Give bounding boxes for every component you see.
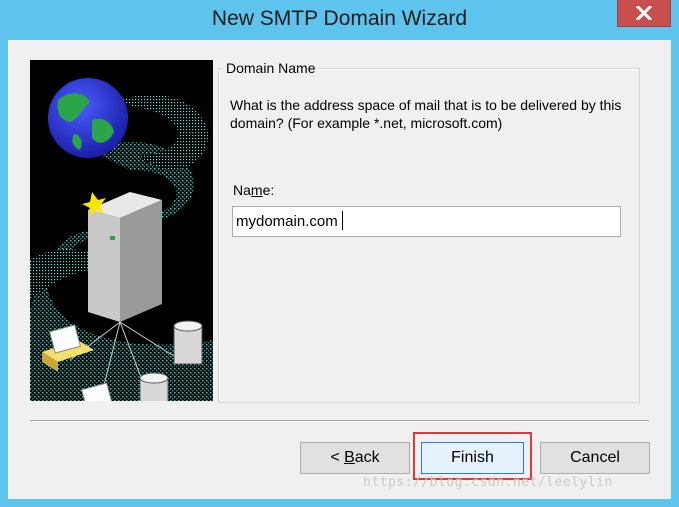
name-field-label: Name: bbox=[233, 182, 274, 198]
dialog-client-area: Domain Name What is the address space of… bbox=[8, 40, 671, 499]
back-label-suffix: ack bbox=[354, 449, 380, 466]
globe-server-mail-illustration bbox=[30, 78, 213, 401]
groupbox-title: Domain Name bbox=[223, 60, 319, 76]
title-bar[interactable]: New SMTP Domain Wizard bbox=[0, 0, 679, 40]
text-caret bbox=[342, 211, 343, 230]
description-text: What is the address space of mail that i… bbox=[230, 97, 622, 131]
close-icon bbox=[636, 6, 652, 20]
wizard-illustration bbox=[30, 60, 213, 401]
watermark-text: https://blog.csdn.net/leelylin bbox=[363, 475, 613, 490]
close-button[interactable] bbox=[617, 0, 671, 27]
name-label-prefix: Na bbox=[233, 182, 251, 198]
back-label-prefix: < bbox=[330, 449, 345, 466]
cancel-button[interactable]: Cancel bbox=[540, 442, 650, 474]
name-label-accelerator: m bbox=[250, 182, 263, 198]
back-button[interactable]: < Back bbox=[300, 442, 410, 474]
button-separator bbox=[30, 420, 649, 422]
back-label-accelerator: B bbox=[344, 449, 355, 466]
window-frame: New SMTP Domain Wizard Domain Name What … bbox=[0, 0, 679, 507]
window-title: New SMTP Domain Wizard bbox=[211, 7, 468, 30]
finish-highlight-box bbox=[413, 432, 532, 480]
name-input[interactable] bbox=[232, 206, 621, 237]
name-label-suffix: e: bbox=[262, 182, 275, 198]
